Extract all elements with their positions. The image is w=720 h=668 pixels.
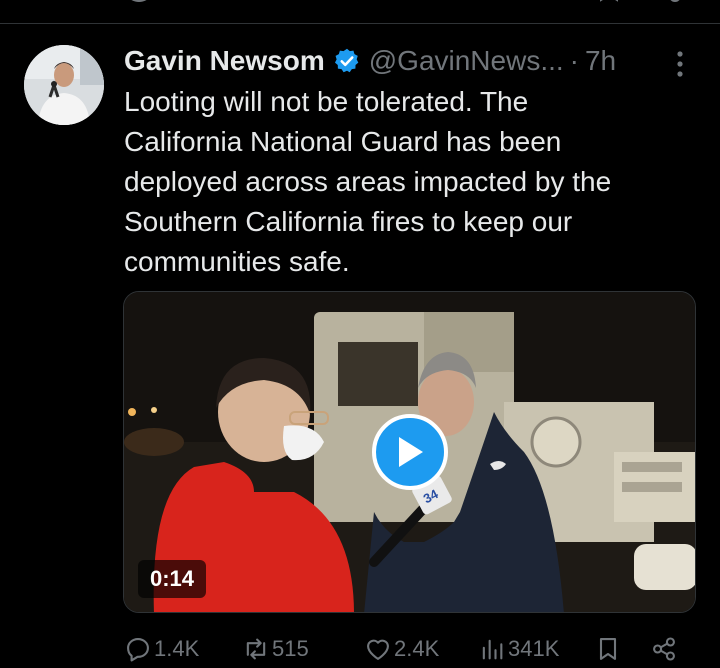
tweet-text-line: Looting will not be tolerated. The [124,86,529,117]
timestamp[interactable]: 7h [585,45,616,77]
heart-icon [367,639,389,660]
partial-icon [131,0,147,2]
partial-bookmark-icon [600,0,618,2]
retweet-count: 515 [272,636,309,661]
verified-badge-icon [334,48,359,73]
bookmark-icon [599,638,617,660]
video-player[interactable]: 34 0:14 [123,291,696,613]
views-button[interactable]: 341K [478,629,559,668]
like-button[interactable]: 2.4K [364,629,439,668]
more-options-icon[interactable] [668,49,692,79]
reply-count: 1.4K [154,636,200,661]
tweet-text: Looting will not be tolerated. The Calif… [124,82,704,282]
tweet-actions: 1.4K 515 2.4K 341K [124,629,694,668]
tweet[interactable]: Gavin Newsom @GavinNews... · 7h Looting … [0,25,720,668]
views-chart-icon [482,639,503,660]
separator-dot: · [569,45,579,76]
bookmark-button[interactable] [594,629,624,668]
tweet-text-line: California National Guard has been [124,126,562,157]
play-button[interactable] [372,414,448,490]
author-handle[interactable]: @GavinNews... [369,45,564,77]
like-count: 2.4K [394,636,440,661]
partial-share-icon [670,0,680,2]
tweet-header: Gavin Newsom @GavinNews... · 7h [124,41,616,81]
avatar-photo [24,45,104,125]
avatar[interactable] [24,45,104,125]
retweet-icon [246,638,266,660]
reply-button[interactable]: 1.4K [124,629,199,668]
retweet-button[interactable]: 515 [242,629,309,668]
play-icon [399,437,423,467]
tweet-text-line: deployed across areas impacted by the [124,166,612,197]
video-duration: 0:14 [138,560,207,598]
share-button[interactable] [650,629,680,668]
views-count: 341K [508,636,560,661]
share-icon [653,637,675,661]
tweet-text-line: communities safe. [124,246,350,277]
reply-icon [127,638,149,662]
author-name[interactable]: Gavin Newsom [124,45,325,77]
previous-tweet-edge [0,0,720,24]
tweet-text-line: Southern California fires to keep our [124,206,573,237]
